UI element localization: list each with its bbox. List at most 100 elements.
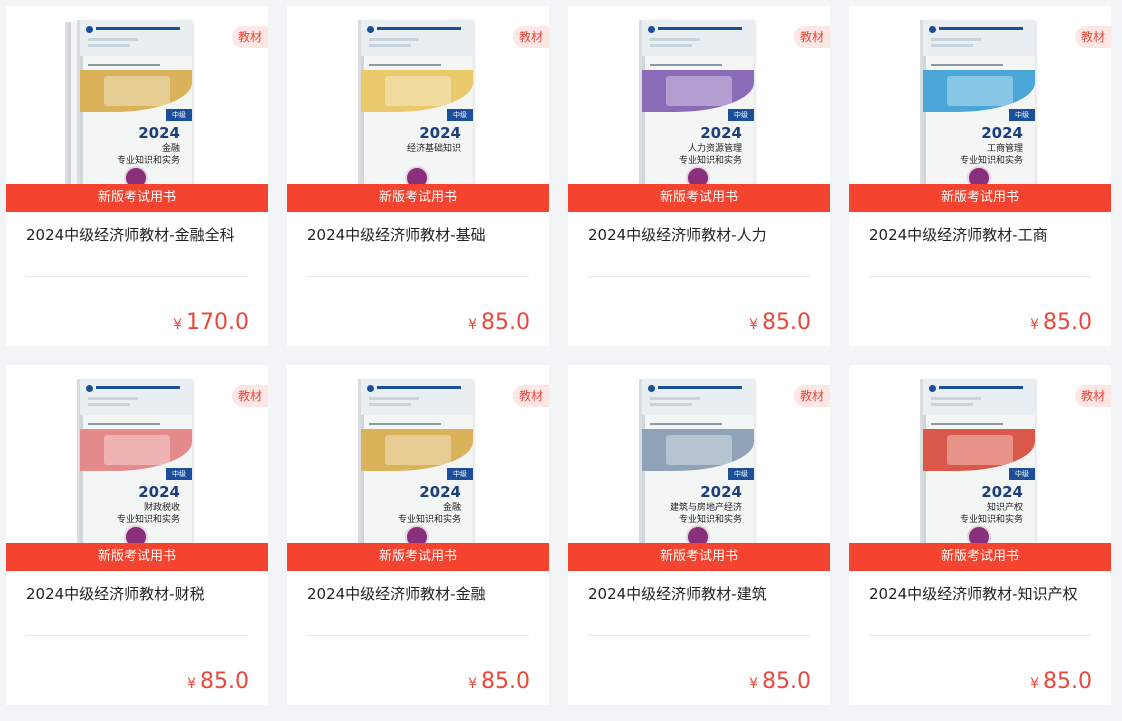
- product-card[interactable]: 中级 2024 金融 专业知识和实务 教材新版考试用书 2024中级经济师教材-金融全科…: [6, 6, 268, 346]
- cover-photo: [947, 76, 1013, 106]
- cover-seal-icon: [686, 166, 710, 184]
- cover-editor-line: [369, 64, 441, 66]
- cover-photo: [666, 76, 732, 106]
- cover-seal-icon: [967, 525, 991, 543]
- cover-year: 2024: [700, 483, 742, 501]
- cover-grade-label: 中级: [728, 468, 754, 480]
- product-card[interactable]: 中级 2024 金融 专业知识和实务 教材 新版考试用书 2024中级经济师教材-金融 ¥8…: [287, 365, 549, 705]
- category-badge: 教材: [1074, 26, 1111, 48]
- publisher-logo-icon: [929, 385, 936, 392]
- cover-subtitle-line: [650, 403, 692, 406]
- book-cover-image[interactable]: 中级 2024 知识产权 专业知识和实务 教材: [849, 365, 1111, 543]
- price-value: 85.0: [481, 669, 530, 694]
- cover-photo: [104, 76, 170, 106]
- product-title[interactable]: 2024中级经济师教材-人力: [588, 224, 816, 246]
- book-cover-image[interactable]: 中级 2024 工商管理 专业知识和实务 教材: [849, 6, 1111, 184]
- book-cover-image[interactable]: 中级 2024 建筑与房地产经济 专业知识和实务 教材: [568, 365, 830, 543]
- promo-banner: 新版考试用书: [849, 184, 1111, 212]
- price-value: 85.0: [762, 669, 811, 694]
- product-card[interactable]: 中级 2024 工商管理 专业知识和实务 教材 新版考试用书 2024中级经济师教材-工商…: [849, 6, 1111, 346]
- book-spine: [68, 22, 71, 184]
- publisher-logo-icon: [648, 385, 655, 392]
- cover-subtitle-line: [931, 44, 973, 47]
- category-badge: 教材: [231, 26, 268, 48]
- cover-seal-icon: [686, 525, 710, 543]
- price-value: 85.0: [200, 669, 249, 694]
- product-card[interactable]: 中级 2024 财政税收 专业知识和实务 教材 新版考试用书 2024中级经济师教材-财税…: [6, 365, 268, 705]
- product-card[interactable]: 中级 2024 知识产权 专业知识和实务 教材 新版考试用书 2024中级经济师教材-知识…: [849, 365, 1111, 705]
- cover-grade-label: 中级: [166, 468, 192, 480]
- divider: [26, 635, 248, 636]
- price-value: 85.0: [762, 310, 811, 335]
- cover-subtitle-line: [369, 397, 419, 400]
- product-title[interactable]: 2024中级经济师教材-金融全科: [26, 224, 254, 246]
- book-cover-image[interactable]: 中级 2024 金融 专业知识和实务 教材: [6, 6, 268, 184]
- category-badge: 教材: [793, 385, 830, 407]
- cover-year: 2024: [419, 124, 461, 142]
- cover-subtitle-line: [369, 38, 419, 41]
- product-title[interactable]: 2024中级经济师教材-知识产权: [869, 583, 1097, 605]
- cover-editor-line: [931, 64, 1003, 66]
- cover-grade-label: 中级: [728, 109, 754, 121]
- product-card[interactable]: 中级 2024 经济基础知识 教材 新版考试用书 2024中级经济师教材-基础 ¥85.0: [287, 6, 549, 346]
- series-title-bar: [939, 27, 1023, 30]
- product-card[interactable]: 中级 2024 建筑与房地产经济 专业知识和实务 教材 新版考试用书 2024中级经济师教…: [568, 365, 830, 705]
- cover-subtitle-line: [369, 44, 411, 47]
- product-card[interactable]: 中级 2024 人力资源管理 专业知识和实务 教材 新版考试用书 2024中级经济师教材-…: [568, 6, 830, 346]
- product-price: ¥170.0: [173, 310, 249, 338]
- product-title[interactable]: 2024中级经济师教材-金融: [307, 583, 535, 605]
- cover-subtitle-line: [931, 38, 981, 41]
- product-title[interactable]: 2024中级经济师教材-建筑: [588, 583, 816, 605]
- cover-seal-icon: [967, 166, 991, 184]
- category-badge: 教材: [512, 26, 549, 48]
- cover-editor-line: [931, 423, 1003, 425]
- product-price: ¥85.0: [468, 669, 530, 697]
- book-cover-image[interactable]: 中级 2024 金融 专业知识和实务 教材: [287, 365, 549, 543]
- cover-editor-line: [650, 64, 722, 66]
- promo-banner: 新版考试用书: [6, 184, 268, 212]
- book-cover-image[interactable]: 中级 2024 财政税收 专业知识和实务 教材: [6, 365, 268, 543]
- divider: [307, 635, 529, 636]
- product-grid: 中级 2024 金融 专业知识和实务 教材 新版考试用书 2024中级经济师教材-金融全科…: [0, 0, 1122, 721]
- book-cover: 中级 2024 经济基础知识: [361, 20, 473, 184]
- cover-editor-line: [88, 423, 160, 425]
- series-title-bar: [96, 386, 180, 389]
- cover-subtitle-line: [650, 38, 700, 41]
- product-title[interactable]: 2024中级经济师教材-财税: [26, 583, 254, 605]
- book-cover: 中级 2024 金融 专业知识和实务: [80, 20, 192, 184]
- cover-editor-line: [369, 423, 441, 425]
- cover-subject: 金融 专业知识和实务: [116, 144, 180, 166]
- cover-subject: 经济基础知识: [406, 144, 461, 154]
- currency-symbol: ¥: [468, 676, 478, 692]
- cover-seal-icon: [405, 525, 429, 543]
- price-value: 85.0: [1043, 310, 1092, 335]
- cover-subtitle-line: [88, 38, 138, 41]
- price-value: 85.0: [481, 310, 530, 335]
- currency-symbol: ¥: [1030, 317, 1040, 333]
- cover-subject: 知识产权 专业知识和实务: [959, 503, 1023, 525]
- category-badge: 教材: [1074, 385, 1111, 407]
- cover-year: 2024: [700, 124, 742, 142]
- cover-seal-icon: [124, 525, 148, 543]
- cover-subtitle-line: [88, 44, 130, 47]
- cover-subject: 财政税收 专业知识和实务: [116, 503, 180, 525]
- cover-seal-icon: [124, 166, 148, 184]
- book-cover-image[interactable]: 中级 2024 经济基础知识 教材: [287, 6, 549, 184]
- cover-subject: 金融 专业知识和实务: [397, 503, 461, 525]
- cover-subtitle-line: [369, 403, 411, 406]
- divider: [26, 276, 248, 277]
- series-title-bar: [939, 386, 1023, 389]
- divider: [588, 276, 810, 277]
- book-cover: 中级 2024 建筑与房地产经济 专业知识和实务: [642, 379, 754, 543]
- currency-symbol: ¥: [749, 676, 759, 692]
- currency-symbol: ¥: [173, 317, 183, 333]
- series-title-bar: [658, 386, 742, 389]
- cover-grade-label: 中级: [166, 109, 192, 121]
- product-title[interactable]: 2024中级经济师教材-基础: [307, 224, 535, 246]
- cover-subtitle-line: [88, 397, 138, 400]
- product-price: ¥85.0: [749, 310, 811, 338]
- cover-photo: [104, 435, 170, 465]
- book-cover-image[interactable]: 中级 2024 人力资源管理 专业知识和实务 教材: [568, 6, 830, 184]
- product-title[interactable]: 2024中级经济师教材-工商: [869, 224, 1097, 246]
- category-badge: 教材: [793, 26, 830, 48]
